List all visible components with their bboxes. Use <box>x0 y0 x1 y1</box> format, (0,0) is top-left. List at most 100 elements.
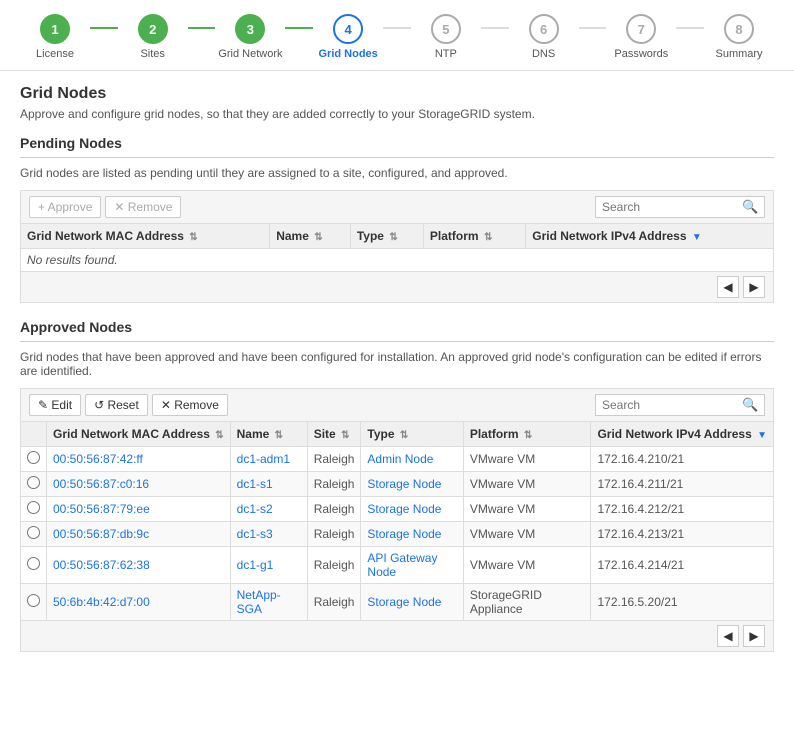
pending-pagination: ◀ ▶ <box>20 272 774 303</box>
approved-table-row[interactable]: 00:50:56:87:79:ee dc1-s2 Raleigh Storage… <box>21 497 774 522</box>
pending-col-name[interactable]: Name ⇅ <box>270 224 351 249</box>
row-radio-4[interactable] <box>21 547 47 584</box>
approved-remove-button[interactable]: ✕ Remove <box>152 394 228 416</box>
step-sites[interactable]: 2 Sites <box>118 14 188 60</box>
row-mac-0: 00:50:56:87:42:ff <box>47 447 231 472</box>
pending-next-button[interactable]: ▶ <box>743 276 765 298</box>
step-circle-7: 7 <box>626 14 656 44</box>
wizard-steps: 1 License 2 Sites 3 Grid Network 4 Grid … <box>0 0 794 71</box>
pending-search-icon[interactable]: 🔍 <box>742 199 758 215</box>
approved-table: Grid Network MAC Address ⇅ Name ⇅ Site ⇅… <box>20 421 774 621</box>
row-site-5: Raleigh <box>307 584 361 621</box>
step-label-3: Grid Network <box>218 48 282 60</box>
row-platform-0: VMware VM <box>463 447 591 472</box>
row-site-0: Raleigh <box>307 447 361 472</box>
pending-link: pending <box>150 166 193 180</box>
connector-3-4 <box>285 27 313 29</box>
step-ntp[interactable]: 5 NTP <box>411 14 481 60</box>
approved-col-select <box>21 422 47 447</box>
step-circle-5: 5 <box>431 14 461 44</box>
pending-search-box[interactable]: 🔍 <box>595 196 765 218</box>
connector-5-6 <box>481 27 509 29</box>
pending-toolbar: + Approve ✕ Remove 🔍 <box>20 190 774 223</box>
row-type-0: Admin Node <box>361 447 463 472</box>
sort-type-icon: ⇅ <box>389 232 397 243</box>
row-mac-4: 00:50:56:87:62:38 <box>47 547 231 584</box>
approved-info: Grid nodes that have been approved and h… <box>20 350 774 378</box>
step-passwords[interactable]: 7 Passwords <box>606 14 676 60</box>
approved-col-type[interactable]: Type ⇅ <box>361 422 463 447</box>
approved-section-title: Approved Nodes <box>20 319 774 335</box>
approved-table-row[interactable]: 00:50:56:87:62:38 dc1-g1 Raleigh API Gat… <box>21 547 774 584</box>
row-name-5: NetApp-SGA <box>230 584 307 621</box>
row-name-3: dc1-s3 <box>230 522 307 547</box>
row-name-2: dc1-s2 <box>230 497 307 522</box>
approved-table-row[interactable]: 00:50:56:87:c0:16 dc1-s1 Raleigh Storage… <box>21 472 774 497</box>
approved-sort-type: ⇅ <box>400 430 408 441</box>
approved-next-button[interactable]: ▶ <box>743 625 765 647</box>
row-mac-3: 00:50:56:87:db:9c <box>47 522 231 547</box>
pending-col-ipv4[interactable]: Grid Network IPv4 Address ▼ <box>526 224 774 249</box>
approved-col-platform[interactable]: Platform ⇅ <box>463 422 591 447</box>
step-grid-nodes[interactable]: 4 Grid Nodes <box>313 14 383 60</box>
sort-mac-icon: ⇅ <box>189 232 197 243</box>
pending-section-title: Pending Nodes <box>20 135 774 151</box>
pending-col-platform[interactable]: Platform ⇅ <box>423 224 525 249</box>
approved-col-name[interactable]: Name ⇅ <box>230 422 307 447</box>
reset-button[interactable]: ↺ Reset <box>85 394 148 416</box>
approved-toolbar: ✎ Edit ↺ Reset ✕ Remove 🔍 <box>20 388 774 421</box>
pending-toolbar-buttons: + Approve ✕ Remove <box>29 196 181 218</box>
approved-col-mac[interactable]: Grid Network MAC Address ⇅ <box>47 422 231 447</box>
row-type-3: Storage Node <box>361 522 463 547</box>
step-label-1: License <box>36 48 74 60</box>
approved-search-box[interactable]: 🔍 <box>595 394 765 416</box>
pending-search-input[interactable] <box>602 200 742 214</box>
row-mac-5: 50:6b:4b:42:d7:00 <box>47 584 231 621</box>
row-radio-3[interactable] <box>21 522 47 547</box>
row-site-1: Raleigh <box>307 472 361 497</box>
row-type-2: Storage Node <box>361 497 463 522</box>
step-label-4: Grid Nodes <box>318 48 377 60</box>
approve-button[interactable]: + Approve <box>29 196 101 218</box>
step-license[interactable]: 1 License <box>20 14 90 60</box>
row-name-0: dc1-adm1 <box>230 447 307 472</box>
approved-table-row[interactable]: 00:50:56:87:42:ff dc1-adm1 Raleigh Admin… <box>21 447 774 472</box>
pending-prev-button[interactable]: ◀ <box>717 276 739 298</box>
approved-link: grid node's configuration can be edited <box>512 350 718 364</box>
step-circle-4: 4 <box>333 14 363 44</box>
row-radio-2[interactable] <box>21 497 47 522</box>
row-name-4: dc1-g1 <box>230 547 307 584</box>
row-ipv4-5: 172.16.5.20/21 <box>591 584 774 621</box>
approved-prev-button[interactable]: ◀ <box>717 625 739 647</box>
approved-search-input[interactable] <box>602 398 742 412</box>
row-site-4: Raleigh <box>307 547 361 584</box>
step-circle-1: 1 <box>40 14 70 44</box>
pending-remove-button[interactable]: ✕ Remove <box>105 196 181 218</box>
pending-no-results: No results found. <box>21 249 774 272</box>
step-summary[interactable]: 8 Summary <box>704 14 774 60</box>
edit-button[interactable]: ✎ Edit <box>29 394 81 416</box>
approved-col-site[interactable]: Site ⇅ <box>307 422 361 447</box>
row-radio-0[interactable] <box>21 447 47 472</box>
pending-info-suffix: until they are assigned to a site, confi… <box>193 166 508 180</box>
approved-table-row[interactable]: 50:6b:4b:42:d7:00 NetApp-SGA Raleigh Sto… <box>21 584 774 621</box>
step-dns[interactable]: 6 DNS <box>509 14 579 60</box>
approved-table-row[interactable]: 00:50:56:87:db:9c dc1-s3 Raleigh Storage… <box>21 522 774 547</box>
step-label-7: Passwords <box>614 48 668 60</box>
approved-sort-ipv4: ▼ <box>757 430 767 441</box>
step-label-6: DNS <box>532 48 555 60</box>
approved-toolbar-buttons: ✎ Edit ↺ Reset ✕ Remove <box>29 394 228 416</box>
row-radio-5[interactable] <box>21 584 47 621</box>
step-grid-network[interactable]: 3 Grid Network <box>215 14 285 60</box>
approved-search-icon[interactable]: 🔍 <box>742 397 758 413</box>
connector-7-8 <box>676 27 704 29</box>
pending-col-mac[interactable]: Grid Network MAC Address ⇅ <box>21 224 270 249</box>
row-mac-1: 00:50:56:87:c0:16 <box>47 472 231 497</box>
approved-col-ipv4[interactable]: Grid Network IPv4 Address ▼ <box>591 422 774 447</box>
row-radio-1[interactable] <box>21 472 47 497</box>
step-label-2: Sites <box>140 48 164 60</box>
pending-col-type[interactable]: Type ⇅ <box>350 224 423 249</box>
connector-6-7 <box>579 27 607 29</box>
row-platform-5: StorageGRID Appliance <box>463 584 591 621</box>
row-ipv4-0: 172.16.4.210/21 <box>591 447 774 472</box>
